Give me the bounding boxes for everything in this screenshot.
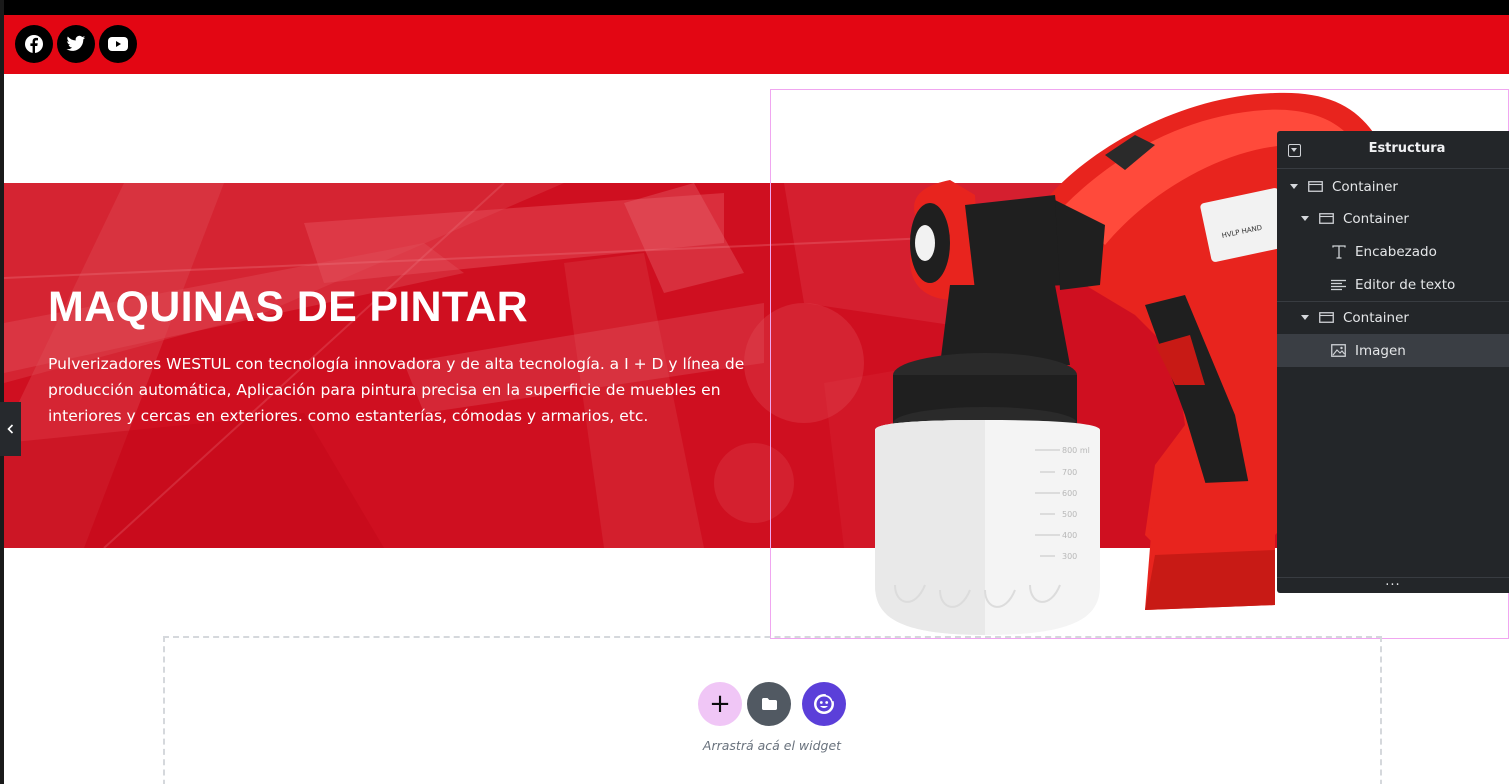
tree-item-label: Encabezado [1355, 243, 1437, 260]
tree-item-container[interactable]: Container [1277, 170, 1509, 203]
collapse-sidebar-button[interactable] [0, 402, 21, 456]
structure-panel-header: Estructura [1277, 131, 1509, 169]
folder-icon [761, 698, 777, 710]
youtube-icon[interactable] [99, 25, 137, 63]
heading-icon [1331, 244, 1346, 259]
editor-canvas: MAQUINAS DE PINTAR Pulverizadores WESTUL… [0, 0, 1509, 784]
site-header [4, 15, 1509, 74]
ai-assistant-button[interactable] [802, 682, 846, 726]
hero-title: MAQUINAS DE PINTAR [48, 283, 528, 331]
tree-item-container[interactable]: Container [1277, 301, 1509, 334]
panel-resize-handle[interactable]: ... [1277, 575, 1509, 593]
drop-zone-hint: Arrastrá acá el widget [702, 738, 842, 753]
bottle-mark: 800 ml [1062, 446, 1090, 455]
bottle-mark: 700 [1062, 468, 1077, 477]
tree-item-label: Container [1332, 178, 1398, 195]
bottle-mark: 600 [1062, 489, 1077, 498]
collapse-panel-icon[interactable] [1288, 144, 1301, 157]
chevron-down-icon[interactable] [1301, 216, 1309, 221]
top-bar [0, 0, 1509, 15]
facebook-icon[interactable] [15, 25, 53, 63]
twitter-icon[interactable] [57, 25, 95, 63]
image-icon [1331, 344, 1346, 358]
bottle-mark: 400 [1062, 531, 1077, 540]
chevron-down-icon[interactable] [1301, 315, 1309, 320]
container-icon [1319, 212, 1334, 226]
chevron-down-icon[interactable] [1290, 184, 1298, 189]
container-icon [1319, 311, 1334, 325]
structure-panel[interactable]: Estructura Container Container Encabezad… [1277, 131, 1509, 593]
hero-description: Pulverizadores WESTUL con tecnología inn… [48, 355, 745, 425]
bottle-mark: 500 [1062, 510, 1077, 519]
tree-item-heading[interactable]: Encabezado [1277, 235, 1509, 268]
add-template-button[interactable] [747, 682, 791, 726]
bottle-mark: 300 [1062, 552, 1077, 561]
chevron-left-icon [7, 424, 14, 434]
tree-item-label: Editor de texto [1355, 276, 1456, 293]
add-section-button[interactable]: + [698, 682, 742, 726]
tree-item-container[interactable]: Container [1277, 202, 1509, 235]
tree-item-label: Container [1343, 309, 1409, 326]
structure-panel-title: Estructura [1368, 141, 1446, 156]
tree-item-text-editor[interactable]: Editor de texto [1277, 268, 1509, 301]
ai-face-icon [814, 693, 835, 714]
tree-item-label: Imagen [1355, 342, 1406, 359]
tree-item-image[interactable]: Imagen [1277, 334, 1509, 367]
tree-item-label: Container [1343, 210, 1409, 227]
container-icon [1308, 180, 1323, 194]
text-editor-icon [1331, 278, 1346, 292]
